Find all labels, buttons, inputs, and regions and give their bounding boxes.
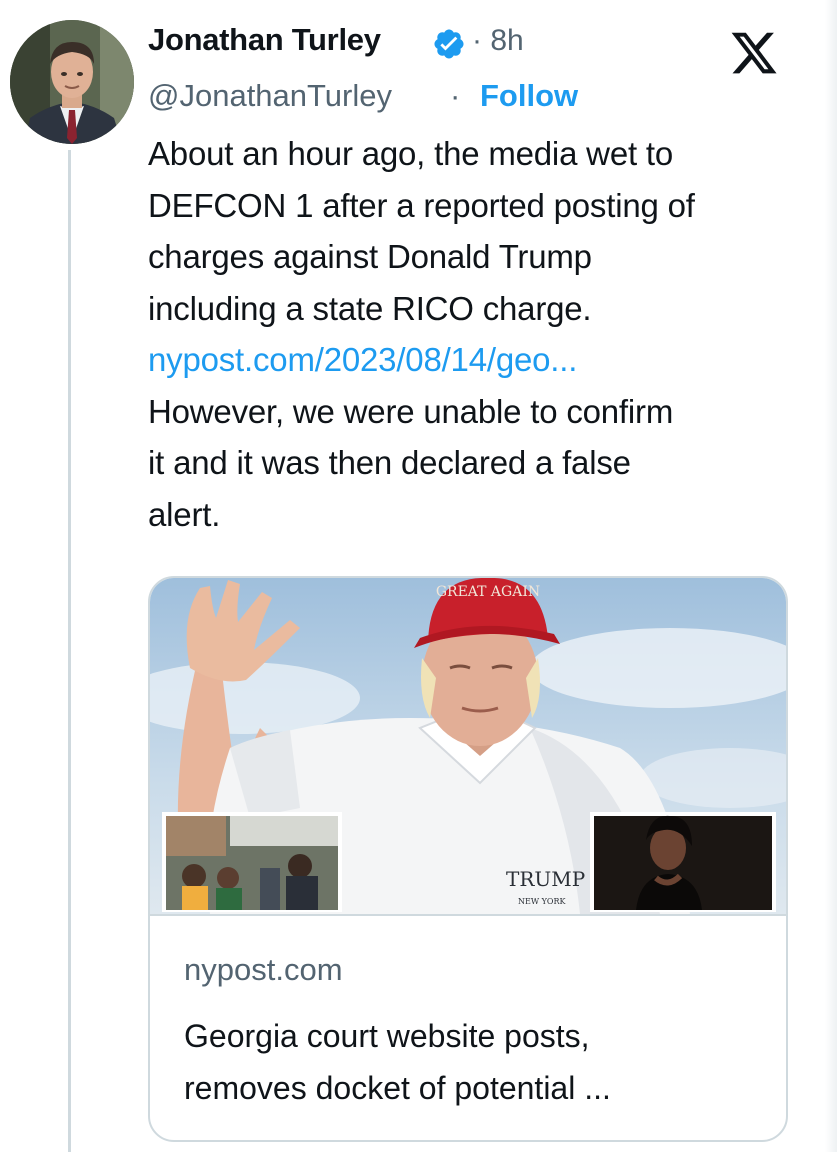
card-divider	[150, 914, 786, 916]
tweet-text: About an hour ago, the media wet to DEFC…	[148, 128, 808, 540]
card-title-line: Georgia court website posts,	[184, 1018, 590, 1054]
tweet-screenshot: Jonathan Turley · 8h @JonathanTurley · F…	[0, 0, 837, 1152]
shirt-logo-subtext: NEW YORK	[518, 897, 566, 906]
avatar[interactable]	[10, 20, 134, 144]
tweet-text-line: including a state RICO charge.	[148, 289, 592, 327]
follow-button[interactable]: Follow	[480, 78, 578, 114]
news-photo-collage: GREAT AGAIN TRUMP NEW YORK	[150, 578, 786, 914]
inset-photo-protest	[162, 812, 342, 912]
x-logo-icon[interactable]	[728, 28, 780, 78]
scroll-edge	[825, 0, 837, 1152]
timestamp[interactable]: · 8h	[472, 24, 524, 58]
shirt-logo-text: TRUMP	[506, 867, 585, 891]
author-name[interactable]: Jonathan Turley	[148, 22, 381, 58]
tweet-text-line: About an hour ago, the media wet to	[148, 135, 674, 172]
tweet-text-line: DEFCON 1 after a reported posting of	[148, 186, 695, 224]
card-title[interactable]: Georgia court website posts, removes doc…	[184, 1010, 764, 1114]
follow-separator: ·	[450, 78, 461, 113]
tweet-text-line: alert.	[148, 495, 221, 533]
link-preview-card[interactable]: GREAT AGAIN TRUMP NEW YORK nypost.com Ge…	[148, 576, 788, 1142]
author-handle[interactable]: @JonathanTurley	[148, 78, 392, 114]
card-image[interactable]: GREAT AGAIN TRUMP NEW YORK	[150, 578, 786, 914]
tweet-text-line: it and it was then declared a false	[148, 444, 631, 481]
inset-photo-portrait	[590, 812, 776, 912]
verified-badge-icon	[434, 29, 464, 59]
thread-connector-line	[68, 150, 71, 1152]
card-title-line: removes docket of potential ...	[184, 1070, 611, 1106]
cap-text: GREAT AGAIN	[436, 584, 540, 600]
avatar-photo-icon	[10, 20, 134, 144]
tweet-link[interactable]: nypost.com/2023/08/14/geo...	[148, 334, 808, 386]
tweet-text-line: However, we were unable to confirm	[148, 392, 674, 430]
card-domain: nypost.com	[184, 952, 343, 987]
tweet-text-line: charges against Donald Trump	[148, 238, 592, 275]
